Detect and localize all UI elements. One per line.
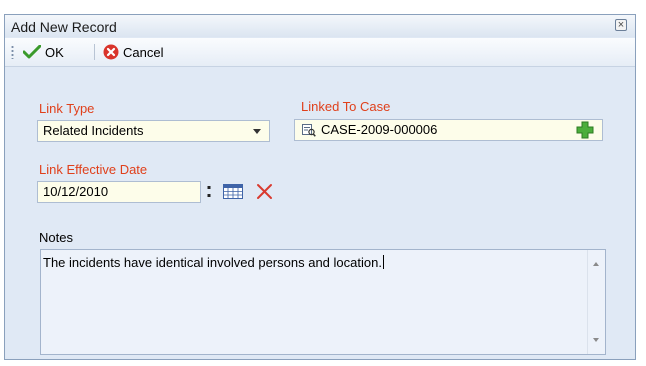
lookup-icon[interactable] [302,124,316,137]
text-caret [382,255,384,269]
linked-to-case-field[interactable]: CASE-2009-000006 [294,119,603,141]
link-effective-date-label: Link Effective Date [39,162,148,177]
calendar-icon[interactable] [223,184,243,199]
toolbar: OK Cancel [5,38,635,67]
spin-updown-icon[interactable] [206,185,212,199]
toolbar-grip-icon[interactable] [11,45,14,59]
notes-scrollbar[interactable] [587,250,605,354]
link-type-value: Related Incidents [43,123,144,138]
notes-text: The incidents have identical involved pe… [43,255,384,270]
dialog-title: Add New Record [11,19,117,35]
title-bar: Add New Record × [5,15,635,37]
notes-label: Notes [39,230,73,245]
scroll-up-arrow-icon[interactable] [593,262,599,266]
linked-to-case-value: CASE-2009-000006 [321,122,438,137]
notes-textarea[interactable]: The incidents have identical involved pe… [40,249,606,355]
linked-to-case-label: Linked To Case [301,99,391,114]
close-button[interactable]: × [615,19,627,31]
scroll-down-arrow-icon[interactable] [593,338,599,342]
ok-label: OK [45,44,64,60]
add-new-record-dialog: Add New Record × OK Cancel Link Type Rel… [4,14,636,360]
checkmark-icon [23,45,41,59]
link-effective-date-field[interactable]: 10/12/2010 [37,181,201,203]
link-effective-date-value: 10/12/2010 [43,184,109,199]
add-plus-icon[interactable] [576,121,594,139]
toolbar-separator [94,44,95,60]
ok-button[interactable]: OK [23,43,64,61]
close-icon: × [617,19,625,31]
cancel-button[interactable]: Cancel [103,43,163,61]
cancel-circle-icon [103,44,119,60]
chevron-down-icon[interactable] [253,129,261,134]
form-area: Link Type Related Incidents Linked To Ca… [6,67,634,357]
clear-x-icon[interactable] [256,183,273,200]
date-field-controls [201,182,286,202]
cancel-label: Cancel [123,44,164,60]
link-type-label: Link Type [39,101,95,116]
link-type-dropdown[interactable]: Related Incidents [37,120,270,142]
